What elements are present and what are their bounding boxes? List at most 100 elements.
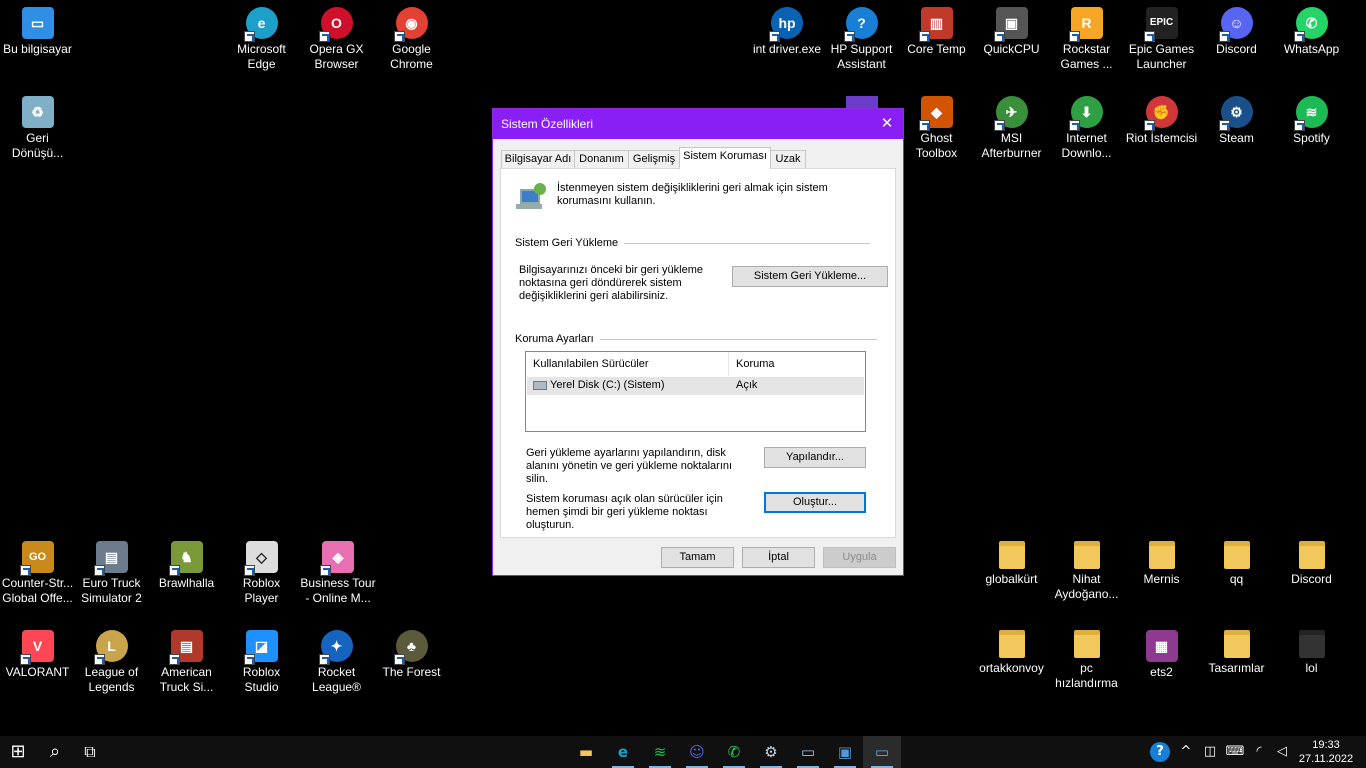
desktop-icon-globalkurt[interactable]: globalkürt — [974, 534, 1049, 587]
desktop-icon-rocket-league[interactable]: ✦ Rocket League® — [299, 623, 374, 695]
chrome-icon: ◉ — [393, 7, 428, 42]
tab-donanim[interactable]: Donanım — [574, 150, 629, 169]
winrar-icon: ▦ — [1145, 630, 1178, 662]
apply-button[interactable]: Uygula — [823, 547, 896, 568]
desktop-icon-label: MSI Afterburner — [981, 131, 1042, 160]
desktop-icon-lol-folder[interactable]: lol — [1274, 623, 1349, 676]
wifi-icon[interactable]: ◜ — [1249, 736, 1269, 768]
truck-icon: ▤ — [168, 630, 203, 665]
camera-icon[interactable]: ◫ — [1200, 736, 1220, 768]
network-icon[interactable]: ▭ — [789, 736, 827, 768]
cancel-button[interactable]: İptal — [742, 547, 815, 568]
discord-icon[interactable]: ☺ — [678, 736, 716, 768]
desktop-icon-whatsapp[interactable]: ✆ WhatsApp — [1274, 0, 1349, 57]
desktop-icon-valorant[interactable]: V VALORANT — [0, 623, 75, 680]
protection-group-header: Koruma Ayarları — [515, 333, 600, 345]
desktop-icon-quickcpu[interactable]: ▣ QuickCPU — [974, 0, 1049, 57]
desktop-icon-lol[interactable]: L League of Legends — [74, 623, 149, 695]
desktop-icon-bu-bilgisayar[interactable]: ▭ Bu bilgisayar — [0, 0, 75, 57]
desktop-icon-opera-gx[interactable]: O Opera GX Browser — [299, 0, 374, 72]
shortcut-arrow-icon — [843, 31, 855, 42]
desktop-icon-ets2[interactable]: ▤ Euro Truck Simulator 2 — [74, 534, 149, 606]
drives-list[interactable]: Kullanılabilen Sürücüler Koruma Yerel Di… — [525, 351, 866, 432]
desktop-icon-qq[interactable]: qq — [1199, 534, 1274, 587]
download-icon: ⬇ — [1068, 96, 1103, 131]
system-properties-icon[interactable]: ▭ — [863, 736, 901, 768]
folder-icon — [1298, 541, 1325, 569]
desktop-icon-spotify[interactable]: ≋ Spotify — [1274, 89, 1349, 146]
tab-gelismis[interactable]: Gelişmiş — [628, 150, 680, 169]
desktop-icon-steam[interactable]: ⚙ Steam — [1199, 89, 1274, 146]
steam-icon: ⚙ — [1218, 96, 1253, 131]
desktop-icon-msi-afterburner[interactable]: ✈ MSI Afterburner — [974, 89, 1049, 161]
task-view-icon[interactable]: ⧉ — [71, 736, 109, 768]
shortcut-arrow-icon — [993, 120, 1005, 131]
desktop-icon-discord-folder[interactable]: Discord — [1274, 534, 1349, 587]
volume-icon[interactable]: ◁ — [1272, 736, 1292, 768]
desktop-icon-riot[interactable]: ✊ Riot İstemcisi — [1124, 89, 1199, 146]
rockstar-icon: R — [1068, 7, 1103, 42]
desktop-icon-idm[interactable]: ⬇ Internet Downlo... — [1049, 89, 1124, 161]
desktop-icon-label: The Forest — [382, 665, 441, 679]
tab-uzak[interactable]: Uzak — [770, 150, 806, 169]
desktop-icon-pc-hizlandirma[interactable]: pc hızlandırma — [1049, 623, 1124, 691]
desktop-icon-label: Nihat Aydoğano... — [1054, 572, 1119, 601]
desktop-icon-rockstar[interactable]: R Rockstar Games ... — [1049, 0, 1124, 72]
shortcut-arrow-icon — [1293, 31, 1305, 42]
desktop-icon-business-tour[interactable]: ◈ Business Tour - Online M... — [299, 534, 377, 606]
desktop-icon-mernis[interactable]: Mernis — [1124, 534, 1199, 587]
desktop-icon-ortakkonvoy[interactable]: ortakkonvoy — [974, 623, 1049, 676]
tab-sistem-korumasi[interactable]: Sistem Koruması — [679, 147, 771, 169]
file-explorer-icon[interactable]: ▬ — [567, 736, 605, 768]
desktop-icon-tasarimlar[interactable]: Tasarımlar — [1199, 623, 1274, 676]
system-restore-button[interactable]: Sistem Geri Yükleme... — [732, 266, 888, 287]
desktop-icon-brawlhalla[interactable]: ♞ Brawlhalla — [149, 534, 224, 591]
desktop-icon-hp-support[interactable]: ? HP Support Assistant — [824, 0, 899, 72]
desktop-icon-chrome[interactable]: ◉ Google Chrome — [374, 0, 449, 72]
desktop-icon-int-driver[interactable]: hp int driver.exe — [749, 0, 825, 57]
dialog-title-bar[interactable]: Sistem Özellikleri ✕ — [493, 109, 903, 139]
folder-icon — [1223, 630, 1250, 658]
whatsapp-icon[interactable]: ✆ — [715, 736, 753, 768]
clock[interactable]: 19:33 27.11.2022 — [1296, 738, 1356, 766]
ok-button[interactable]: Tamam — [661, 547, 734, 568]
system-protection-icon — [516, 183, 548, 211]
search-icon[interactable]: ⌕ — [36, 736, 74, 768]
desktop-icon-ats[interactable]: ▤ American Truck Si... — [149, 623, 224, 695]
desktop-icon-csgo[interactable]: GO Counter-Str... Global Offe... — [0, 534, 75, 606]
column-header-drives[interactable]: Kullanılabilen Sürücüler — [526, 352, 729, 376]
desktop-icon-epic[interactable]: EPIC Epic Games Launcher — [1124, 0, 1199, 72]
desktop-icon-roblox-player[interactable]: ◇ Roblox Player — [224, 534, 299, 606]
desktop-icon-ets2-folder[interactable]: ▦ ets2 — [1124, 623, 1199, 680]
keyboard-icon[interactable]: ⌨ — [1224, 736, 1246, 768]
table-row[interactable]: Yerel Disk (C:) (Sistem) Açık — [527, 377, 864, 395]
edge-icon[interactable]: e — [604, 736, 642, 768]
tab-bilgisayar-adi[interactable]: Bilgisayar Adı — [501, 150, 575, 169]
spotify-icon[interactable]: ≋ — [641, 736, 679, 768]
desktop-icon-nihat[interactable]: Nihat Aydoğano... — [1049, 534, 1124, 602]
help-glyph: ? — [1150, 742, 1170, 762]
help-icon[interactable]: ? — [1148, 736, 1172, 768]
rocket-league-icon: ✦ — [318, 630, 353, 665]
desktop-icon-geri-donusum[interactable]: ♻ Geri Dönüşü... — [0, 89, 75, 161]
steam-icon[interactable]: ⚙ — [752, 736, 790, 768]
desktop-icon-roblox-studio[interactable]: ◪ Roblox Studio — [224, 623, 299, 695]
window-icon[interactable]: ▣ — [826, 736, 864, 768]
desktop-icon-edge[interactable]: e Microsoft Edge — [224, 0, 299, 72]
configure-description: Geri yükleme ayarlarını yapılandırın, di… — [526, 447, 733, 485]
close-icon[interactable]: ✕ — [871, 109, 903, 139]
shortcut-arrow-icon — [1293, 120, 1305, 131]
shortcut-arrow-icon — [918, 31, 930, 42]
create-button[interactable]: Oluştur... — [764, 492, 866, 513]
chevron-up-icon[interactable]: ^ — [1176, 736, 1196, 768]
shortcut-arrow-icon — [243, 654, 255, 665]
desktop-icon-discord[interactable]: ☺ Discord — [1199, 0, 1274, 57]
start-icon[interactable]: ⊞ — [0, 736, 36, 768]
column-header-protection[interactable]: Koruma — [729, 352, 865, 376]
desktop-icon-core-temp[interactable]: ▥ Core Temp — [899, 0, 974, 57]
desktop-icon-the-forest[interactable]: ♣ The Forest — [374, 623, 449, 680]
configure-button[interactable]: Yapılandır... — [764, 447, 866, 468]
folder-icon — [1298, 630, 1325, 658]
csgo-icon: GO — [19, 541, 54, 576]
desktop-icon-ghost-toolbox[interactable]: ◆ Ghost Toolbox — [899, 89, 974, 161]
